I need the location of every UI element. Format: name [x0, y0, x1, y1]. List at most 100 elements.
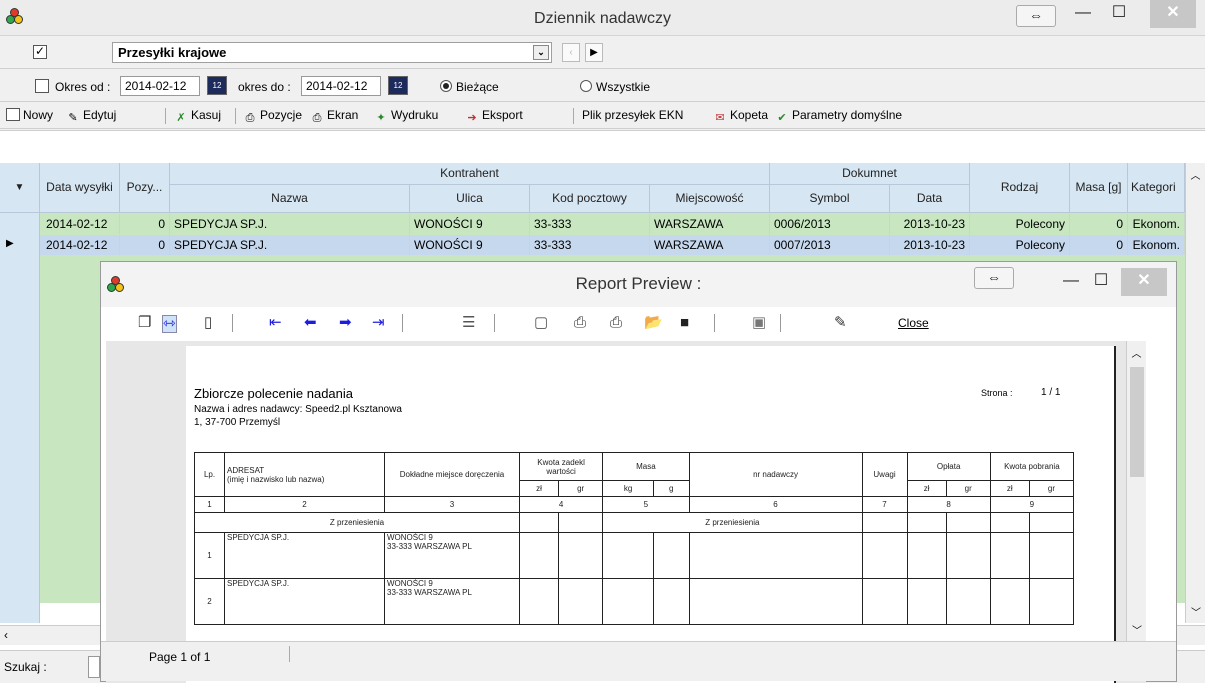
full-page-icon[interactable]: ▯	[204, 315, 212, 331]
print-label: Wydruku	[391, 108, 439, 122]
close-button[interactable]: ✕	[1150, 0, 1196, 28]
toolbar-divider	[780, 314, 781, 332]
date-from-label: Okres od :	[55, 80, 111, 94]
toolbar-divider	[573, 108, 574, 124]
chevron-down-icon[interactable]: ⌄	[533, 45, 549, 60]
scroll-down-icon[interactable]: ﹀	[1127, 622, 1147, 637]
minimize-button[interactable]: —	[1056, 268, 1086, 296]
sort-indicator-icon[interactable]: ▼	[0, 163, 40, 213]
col-header-doc-date[interactable]: Data	[890, 185, 970, 213]
report-preview-window: Report Preview : ⇔ — ☐ ✕ ❐ ⇿ ▯ ⇤ ⬅ ➡ ⇥ ☰…	[100, 261, 1177, 683]
maximize-button[interactable]: ☐	[1104, 0, 1134, 28]
next-icon[interactable]: ▶	[585, 43, 603, 62]
goto-page-icon[interactable]: ☰	[462, 315, 475, 331]
col-kwota: Kwota zadekl wartości	[518, 452, 604, 481]
prev-icon[interactable]: ‹	[562, 43, 580, 62]
preview-close-button[interactable]: Close	[898, 315, 929, 331]
col-header-postcode[interactable]: Kod pocztowy	[530, 185, 650, 213]
cell-street: WONOŚCI 9	[410, 235, 530, 255]
page-label: Strona :	[981, 388, 1013, 398]
col-number: 4	[518, 496, 604, 513]
date-from-input[interactable]: 2014-02-12	[120, 76, 200, 96]
envelope-label: Kopeta	[730, 108, 769, 122]
close-button[interactable]: ✕	[1121, 268, 1167, 296]
blank-page-icon[interactable]: ▢	[534, 315, 548, 331]
positions-button[interactable]: ⎙ Pozycje	[243, 108, 302, 125]
cell-positions: 0	[120, 214, 170, 234]
radio-all[interactable]	[580, 80, 592, 92]
search-input[interactable]	[88, 656, 100, 678]
new-button[interactable]: Nowy	[6, 108, 53, 122]
print-setup-icon[interactable]: ⎙	[574, 315, 586, 331]
ekn-file-button[interactable]: Plik przesyłek EKN	[582, 108, 683, 122]
col-header-symbol[interactable]: Symbol	[770, 185, 890, 213]
options-icon[interactable]: ✎	[834, 315, 847, 331]
single-page-icon[interactable]: ❐	[138, 315, 151, 331]
last-page-icon[interactable]: ⇥	[372, 315, 385, 331]
radio-all-label: Wszystkie	[596, 80, 650, 94]
report-row: 2 SPEDYCJA SP.J. WONOŚCI 9 33-333 WARSZAW…	[194, 578, 1075, 625]
scroll-up-icon[interactable]: ︿	[1127, 345, 1146, 360]
scroll-thumb[interactable]	[1130, 367, 1144, 477]
open-folder-icon[interactable]: 📂	[644, 315, 663, 331]
swap-icon[interactable]: ⇔	[974, 267, 1014, 289]
screen-label: Ekran	[327, 108, 359, 122]
maximize-button[interactable]: ☐	[1086, 268, 1116, 296]
save-icon[interactable]: ■	[680, 315, 689, 331]
scroll-left-icon[interactable]: ‹	[4, 628, 8, 642]
print-button[interactable]: ✦ Wydruku	[374, 108, 438, 125]
swap-icon[interactable]: ⇔	[1016, 5, 1056, 27]
date-to-input[interactable]: 2014-02-12	[301, 76, 381, 96]
date-filter-bar: Okres od : 2014-02-12 12 okres do : 2014…	[0, 70, 1205, 102]
col-header-name[interactable]: Nazwa	[170, 185, 410, 213]
row-address: WONOŚCI 9 33-333 WARSZAWA PL	[384, 532, 520, 579]
col-header-category[interactable]: Kategori	[1128, 163, 1185, 213]
export-button[interactable]: ➔ Eksport	[465, 108, 522, 125]
grid-vertical-scrollbar[interactable]: ︿ ﹀	[1185, 163, 1205, 623]
filter-checkbox[interactable]: ✓	[33, 45, 47, 59]
col-header-street[interactable]: Ulica	[410, 185, 530, 213]
cell-postcode: 33-333	[530, 235, 650, 255]
settings-icon: ✔	[777, 112, 787, 124]
cell-positions: 0	[120, 235, 170, 255]
cell-mass: 0	[1070, 214, 1128, 234]
row-pointer-icon: ▶	[6, 238, 14, 249]
radio-current[interactable]	[440, 80, 452, 92]
prev-page-icon[interactable]: ⬅	[304, 315, 317, 331]
shipment-type-select[interactable]: Przesyłki krajowe ⌄	[112, 42, 552, 63]
edit-button[interactable]: ✎ Edytuj	[66, 108, 116, 125]
report-table: Lp. ADRESAT (imię i nazwisko lub nazwa) D…	[194, 452, 1075, 625]
printer-icon[interactable]: ⎙	[610, 315, 622, 331]
design-icon[interactable]: ▣	[752, 315, 766, 331]
first-page-icon[interactable]: ⇤	[269, 315, 282, 331]
col-number: 7	[861, 496, 908, 513]
period-checkbox[interactable]	[35, 79, 49, 93]
main-titlebar: Dziennik nadawczy ⇔ — ☐ ✕	[0, 0, 1205, 36]
envelope-button[interactable]: ✉ Kopeta	[713, 108, 768, 125]
col-header-date[interactable]: Data wysyłki	[40, 163, 120, 213]
delete-button[interactable]: ✗ Kasuj	[174, 108, 221, 125]
col-adresat: ADRESAT (imię i nazwisko lub nazwa)	[224, 452, 385, 497]
calendar-icon[interactable]: 12	[207, 76, 227, 95]
sub-gr: gr	[945, 480, 991, 497]
col-header-positions[interactable]: Pozy...	[120, 163, 170, 213]
preview-vertical-scrollbar[interactable]: ︿ ﹀	[1126, 341, 1146, 641]
table-row[interactable]: 2014-02-12 0 SPEDYCJA SP.J. WONOŚCI 9 33…	[40, 214, 1185, 234]
col-header-type[interactable]: Rodzaj	[970, 163, 1070, 213]
screen-button[interactable]: ⎙ Ekran	[310, 108, 359, 125]
preview-title: Report Preview :	[575, 274, 702, 293]
cell-name: SPEDYCJA SP.J.	[170, 214, 410, 234]
col-header-city[interactable]: Miejscowość	[650, 185, 770, 213]
report-sheet: Zbiorcze polecenie nadania Nazwa i adres…	[186, 346, 1116, 683]
col-header-mass[interactable]: Masa [g]	[1070, 163, 1128, 213]
page-width-icon[interactable]: ⇿	[162, 315, 177, 333]
carry-over-label: Z przeniesienia	[194, 512, 520, 533]
next-page-icon[interactable]: ➡	[339, 315, 352, 331]
scroll-down-icon[interactable]: ﹀	[1186, 604, 1205, 619]
table-row-selected[interactable]: 2014-02-12 0 SPEDYCJA SP.J. WONOŚCI 9 33…	[40, 235, 1185, 255]
scroll-up-icon[interactable]: ︿	[1186, 167, 1205, 182]
calendar-icon[interactable]: 12	[388, 76, 408, 95]
default-params-button[interactable]: ✔ Parametry domyślne	[775, 108, 902, 125]
minimize-button[interactable]: —	[1068, 0, 1098, 28]
cell-postcode: 33-333	[530, 214, 650, 234]
